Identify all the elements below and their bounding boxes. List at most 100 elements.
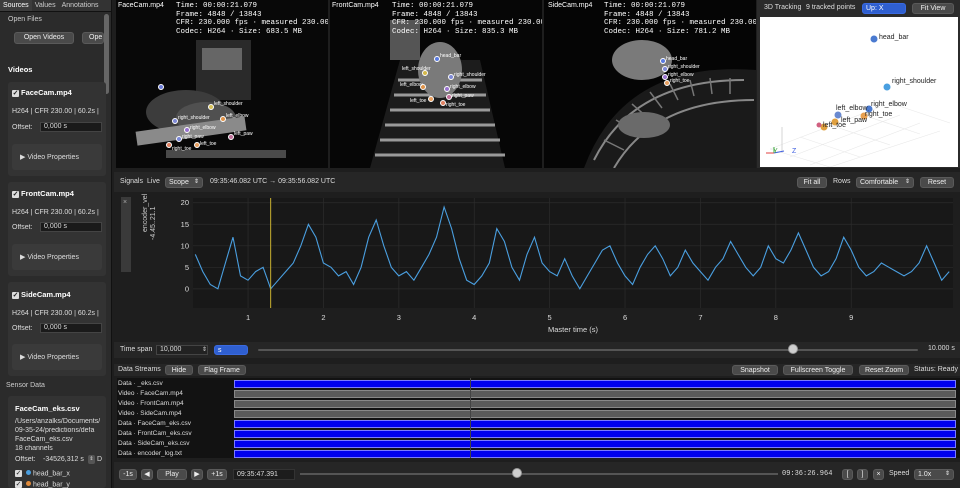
offset-input[interactable]: 0,000 s <box>40 222 102 232</box>
offset-input[interactable]: 0,000 s <box>40 122 102 132</box>
keypoint-marker[interactable] <box>428 96 434 102</box>
checkbox-icon[interactable]: ✓ <box>15 481 22 488</box>
video-properties-label[interactable]: ▶ Video Properties <box>20 353 79 361</box>
rows-value: Comfortable <box>860 179 899 186</box>
keypoint-label: left_toe <box>410 98 427 104</box>
tracking-3d-view[interactable] <box>760 17 958 168</box>
sensor-data-title: Sensor Data <box>6 382 45 389</box>
timespan-slider-knob[interactable] <box>787 344 798 354</box>
timespan-slider-track[interactable] <box>258 349 918 351</box>
video-panel-sidecam[interactable]: SideCam.mp4 Time: 00:00:21.079 Frame: 48… <box>544 0 756 168</box>
point-label: head_bar <box>879 34 909 41</box>
video-card-title[interactable]: ✓ FrontCam.mp4 <box>12 189 74 198</box>
tab-annotations[interactable]: Annotations <box>59 0 102 11</box>
video-card-codec: H264 | CFR 230.00 | 60.2s | <box>12 108 99 115</box>
mark-in-button[interactable]: [ <box>842 469 853 480</box>
reset-zoom-button[interactable]: Reset Zoom <box>859 365 909 375</box>
stream-label[interactable]: Video · FrontCam.mp4 <box>117 399 232 409</box>
snapshot-button[interactable]: Snapshot <box>732 365 778 375</box>
channel-row[interactable]: ✓ head_bar_x <box>15 470 70 477</box>
keypoint-marker[interactable] <box>158 84 164 90</box>
stepper-icon[interactable]: ⇕ <box>202 346 207 354</box>
forward-1s-button[interactable]: +1s <box>207 469 227 480</box>
checkbox-icon[interactable]: ✓ <box>12 89 19 97</box>
checkbox-icon[interactable]: ✓ <box>12 190 19 198</box>
video-info-overlay: Time: 00:00:21.079 Frame: 4848 / 13843 C… <box>604 2 756 36</box>
stream-bar[interactable] <box>234 410 956 418</box>
open-files-label: Open Files <box>8 16 42 23</box>
y-tick-label: 5 <box>185 263 189 272</box>
clear-marks-button[interactable]: × <box>873 469 884 480</box>
stream-label[interactable]: Video · SideCam.mp4 <box>117 409 232 419</box>
play-button[interactable]: Play <box>157 469 187 480</box>
tab-sources[interactable]: Sources <box>0 0 32 11</box>
checkbox-icon[interactable]: ✓ <box>15 470 22 477</box>
scope-select[interactable]: Scope ⇕ <box>165 177 203 188</box>
fit-view-button[interactable]: Fit View <box>912 3 954 14</box>
sensor-name: FaceCam_eks.csv <box>15 404 80 413</box>
tab-values[interactable]: Values <box>32 0 59 11</box>
video-properties-label[interactable]: ▶ Video Properties <box>20 253 79 261</box>
flag-frame-button[interactable]: Flag Frame <box>198 365 246 375</box>
checkbox-icon[interactable]: ✓ <box>12 291 19 299</box>
video-card-codec: H264 | CFR 230.00 | 60.2s | <box>12 209 99 216</box>
offset-input[interactable]: 0,000 s <box>40 323 102 333</box>
y-axis-label: encoder_velocity <box>142 194 149 232</box>
hide-button[interactable]: Hide <box>165 365 193 375</box>
timespan-input[interactable]: 10,000 ⇕ <box>156 345 208 355</box>
stream-label[interactable]: Data · FaceCam_eks.csv <box>117 419 232 429</box>
video-panel-facecam[interactable]: FaceCam.mp4 Time: 00:00:21.079 Frame: 48… <box>116 0 328 168</box>
sensor-offset-suffix: D <box>97 456 103 463</box>
stream-label[interactable]: Data · encoder_log.txt <box>117 449 232 459</box>
chevron-updown-icon: ⇕ <box>904 179 910 185</box>
back-1s-button[interactable]: -1s <box>119 469 137 480</box>
next-frame-button[interactable]: ▶ <box>191 469 203 480</box>
stream-bar[interactable] <box>234 440 956 448</box>
video-panel-frontcam[interactable]: FrontCam.mp4 Time: 00:00:21.079 Frame: 4… <box>330 0 542 168</box>
offset-label: Offset: <box>15 456 36 463</box>
sensor-offset-value[interactable]: -34526,312 s <box>43 456 84 463</box>
prev-frame-button[interactable]: ◀ <box>141 469 153 480</box>
video-properties-label[interactable]: ▶ Video Properties <box>20 153 79 161</box>
stream-bar[interactable] <box>234 450 956 458</box>
video-card-title[interactable]: ✓ SideCam.mp4 <box>12 290 71 299</box>
stream-bar[interactable] <box>234 400 956 408</box>
signals-reset-button[interactable]: Reset <box>920 177 954 188</box>
x-tick-label: 7 <box>698 313 702 322</box>
video-info-overlay: Time: 00:00:21.079 Frame: 4848 / 13843 C… <box>176 2 328 36</box>
current-time-field[interactable]: 09:35:47.391 <box>233 469 295 480</box>
mark-out-button[interactable]: ] <box>857 469 868 480</box>
stream-bar[interactable] <box>234 420 956 428</box>
offset-label: Offset: <box>12 124 33 131</box>
chevron-updown-icon: ⇕ <box>944 471 950 477</box>
fullscreen-toggle-button[interactable]: Fullscreen Toggle <box>783 365 853 375</box>
channel-label: head_bar_y <box>32 481 70 488</box>
rows-select[interactable]: Comfortable ⇕ <box>856 177 914 188</box>
up-axis-select[interactable]: Up: X <box>862 3 906 14</box>
signal-chart[interactable]: 0 5 10 15 20 1 2 3 4 5 6 7 8 9 encoder_velocity -4.4… <box>117 194 960 340</box>
point-label: right_elbow <box>871 101 907 108</box>
timeline-track[interactable] <box>300 473 778 475</box>
stepper-icon[interactable]: ⇕ <box>88 455 95 464</box>
speed-select[interactable]: 1.0x ⇕ <box>914 469 954 480</box>
video-card-title[interactable]: ✓ FaceCam.mp4 <box>12 88 72 97</box>
fit-all-button[interactable]: Fit all <box>797 177 827 188</box>
live-toggle[interactable]: Live <box>147 178 160 185</box>
stream-bar[interactable] <box>234 390 956 398</box>
keypoint-label: left_paw <box>234 131 253 137</box>
stream-label[interactable]: Data · FrontCam_eks.csv <box>117 429 232 439</box>
stream-bar[interactable] <box>234 380 956 388</box>
stream-label[interactable]: Data · SideCam_eks.csv <box>117 439 232 449</box>
signals-range: 09:35:46.082 UTC → 09:35:56.082 UTC <box>210 178 336 185</box>
channel-row[interactable]: ✓ head_bar_y <box>15 481 70 488</box>
datastreams-label: Data Streams <box>118 366 161 373</box>
stream-label[interactable]: Video · FaceCam.mp4 <box>117 389 232 399</box>
open-videos-button[interactable]: Open Videos <box>14 32 74 44</box>
open-other-button[interactable]: Ope <box>82 32 104 44</box>
timespan-unit-select[interactable]: s <box>214 345 248 355</box>
rows-label: Rows <box>833 178 851 185</box>
stream-bar[interactable] <box>234 430 956 438</box>
point-label: left_toe <box>823 122 846 129</box>
stream-label[interactable]: Data · _eks.csv <box>117 379 232 389</box>
tracking-3d-canvas <box>766 35 951 168</box>
